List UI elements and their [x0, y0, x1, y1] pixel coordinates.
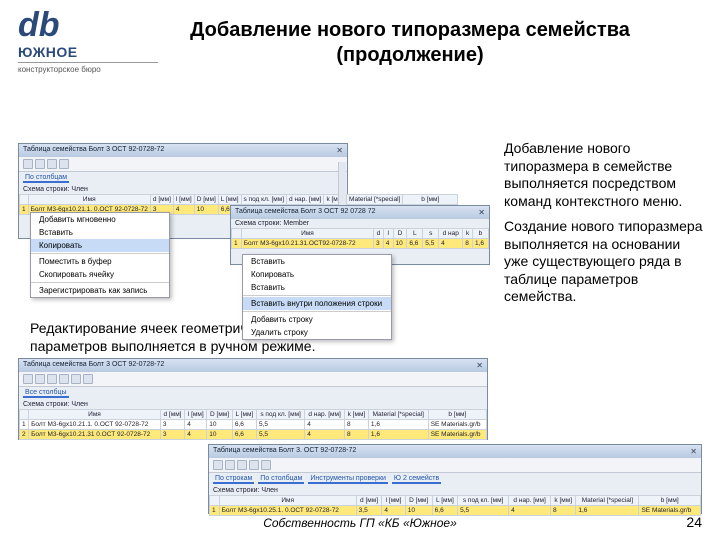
menu-item-selected[interactable]: Копировать	[31, 239, 169, 252]
tab[interactable]: Инструменты проверки	[308, 475, 388, 484]
logo-subtitle: конструкторское бюро	[18, 62, 158, 74]
window-title: Таблица семейства Болт 3 ОСТ 92-0728-72	[23, 146, 164, 155]
tabs: По строкам По столбцам Инструменты прове…	[209, 473, 701, 486]
menu-item[interactable]: Вставить	[243, 281, 391, 294]
tabs: По столбцам	[19, 172, 347, 185]
tool-icon[interactable]	[35, 374, 45, 384]
body-paragraph-2: Создание нового типоразмера выполняется …	[504, 218, 704, 306]
table-header-row: Имя d [мм] l [мм] D [мм] L [мм] s под кл…	[20, 410, 487, 420]
table-header-row: Имя d [мм] l [мм] D [мм] L [мм] s под кл…	[210, 496, 701, 506]
col-header: L [мм]	[218, 195, 241, 205]
body-text: Добавление нового типоразмера в семейств…	[504, 140, 704, 314]
menu-item[interactable]: Зарегистрировать как запись	[31, 284, 169, 297]
window-title: Таблица семейства Болт 3 ОСТ 92-0728-72	[23, 361, 164, 370]
table-row[interactable]: 1 Болт М3-6gx10.21.31.ОСТ92-0728-72 3 4 …	[232, 239, 489, 249]
tool-icon[interactable]	[261, 460, 271, 470]
window-title-bar: Таблица семейства Болт 3. ОСТ 92-0728-72…	[209, 445, 701, 458]
col-header: Имя	[28, 195, 150, 205]
table-header-row: Имя d [мм] l [мм] D [мм] L [мм] s под кл…	[20, 195, 458, 205]
table-header-row: Имя d l D L s d нар k b	[232, 229, 489, 239]
parameter-table: Имя d l D L s d нар k b 1 Болт М3-6gx10.…	[231, 228, 489, 249]
window-family-table-4: Таблица семейства Болт 3. ОСТ 92-0728-72…	[208, 444, 702, 514]
menu-item[interactable]: Вставить	[31, 226, 169, 239]
menu-item-selected[interactable]: Вставить внутри положения строки	[243, 297, 391, 310]
window-title-bar: Таблица семейства Болт 3 ОСТ 92 0728 72 …	[231, 206, 489, 219]
toolbar	[209, 458, 701, 473]
col-header: d нар. [мм]	[287, 195, 324, 205]
logo-text: ЮЖНОЕ	[18, 44, 158, 60]
window-title: Таблица семейства Болт 3 ОСТ 92 0728 72	[235, 208, 376, 217]
menu-separator	[243, 311, 391, 312]
col-header: D [мм]	[194, 195, 218, 205]
tool-icon[interactable]	[83, 374, 93, 384]
footer-text: Собственность ГП «КБ «Южное»	[0, 516, 720, 530]
toolbar-label: Схема строки: Член	[19, 400, 487, 409]
window-family-table-3: Таблица семейства Болт 3 ОСТ 92-0728-72 …	[18, 358, 488, 440]
tabs: Все столбцы	[19, 387, 487, 400]
close-icon[interactable]: ✕	[336, 146, 343, 155]
menu-separator	[243, 295, 391, 296]
page-number: 24	[686, 514, 702, 530]
menu-item[interactable]: Добавить строку	[243, 313, 391, 326]
tool-icon[interactable]	[47, 374, 57, 384]
menu-item[interactable]: Удалить строку	[243, 326, 391, 339]
tool-icon[interactable]	[59, 374, 69, 384]
col-header: l [мм]	[173, 195, 194, 205]
tool-icon[interactable]	[59, 159, 69, 169]
table-row[interactable]: 2 Болт М3-6gx10.21.31 0.ОСТ 92-0728-72 3…	[20, 430, 487, 440]
close-icon[interactable]: ✕	[476, 361, 483, 370]
close-icon[interactable]: ✕	[690, 447, 697, 456]
menu-item[interactable]: Скопировать ячейку	[31, 268, 169, 281]
menu-item[interactable]: Добавить мгновенно	[31, 213, 169, 226]
menu-item[interactable]: Копировать	[243, 268, 391, 281]
toolbar	[19, 372, 487, 387]
brand-logo: db ЮЖНОЕ конструкторское бюро	[18, 14, 158, 74]
menu-separator	[31, 282, 169, 283]
tab[interactable]: По строкам	[213, 475, 254, 484]
tool-icon[interactable]	[35, 159, 45, 169]
tool-icon[interactable]	[23, 374, 33, 384]
toolbar	[19, 157, 347, 172]
tool-icon[interactable]	[71, 374, 81, 384]
tool-icon[interactable]	[213, 460, 223, 470]
table-row[interactable]: 1 Болт М3-6gx10.21.1. 0.ОСТ 92-0728-72 3…	[20, 420, 487, 430]
context-menu-2: Вставить Копировать Вставить Вставить вн…	[242, 254, 392, 340]
tab[interactable]: Все столбцы	[23, 389, 69, 398]
toolbar-label: Схема строки: Член	[19, 185, 347, 194]
tab[interactable]: По столбцам	[23, 174, 69, 183]
parameter-table: Имя d [мм] l [мм] D [мм] L [мм] s под кл…	[19, 409, 487, 440]
tab[interactable]: Ю 2 семейств	[392, 475, 441, 484]
col-header: Mater­ial [*special]	[347, 195, 403, 205]
logo-mark: db	[18, 14, 158, 38]
menu-item[interactable]: Поместить в буфер	[31, 255, 169, 268]
table-row[interactable]: 1 Болт М3-6gx10.25.1. 0.ОСТ 92-0728-72 3…	[210, 506, 701, 516]
tab[interactable]: По столбцам	[258, 475, 304, 484]
parameter-table: Имя d [мм] l [мм] D [мм] L [мм] s под кл…	[209, 495, 701, 516]
toolbar-label: Схема строки: Member	[231, 219, 489, 228]
body-paragraph-1: Добавление нового типоразмера в семейств…	[504, 140, 704, 210]
toolbar-label: Схема строки: Член	[209, 486, 701, 495]
window-title: Таблица семейства Болт 3. ОСТ 92-0728-72	[213, 447, 356, 456]
tool-icon[interactable]	[47, 159, 57, 169]
window-title-bar: Таблица семейства Болт 3 ОСТ 92-0728-72 …	[19, 359, 487, 372]
col-header: s под кл. [мм]	[241, 195, 287, 205]
slide-title: Добавление нового типоразмера семейства …	[190, 18, 630, 68]
col-header: b [мм]	[403, 195, 458, 205]
tool-icon[interactable]	[23, 159, 33, 169]
col-header: d [мм]	[150, 195, 173, 205]
menu-item[interactable]: Вставить	[243, 255, 391, 268]
close-icon[interactable]: ✕	[478, 208, 485, 217]
context-menu-1: Добавить мгновенно Вставить Копировать П…	[30, 212, 170, 298]
tool-icon[interactable]	[225, 460, 235, 470]
menu-separator	[31, 253, 169, 254]
window-title-bar: Таблица семейства Болт 3 ОСТ 92-0728-72 …	[19, 144, 347, 157]
tool-icon[interactable]	[249, 460, 259, 470]
tool-icon[interactable]	[237, 460, 247, 470]
